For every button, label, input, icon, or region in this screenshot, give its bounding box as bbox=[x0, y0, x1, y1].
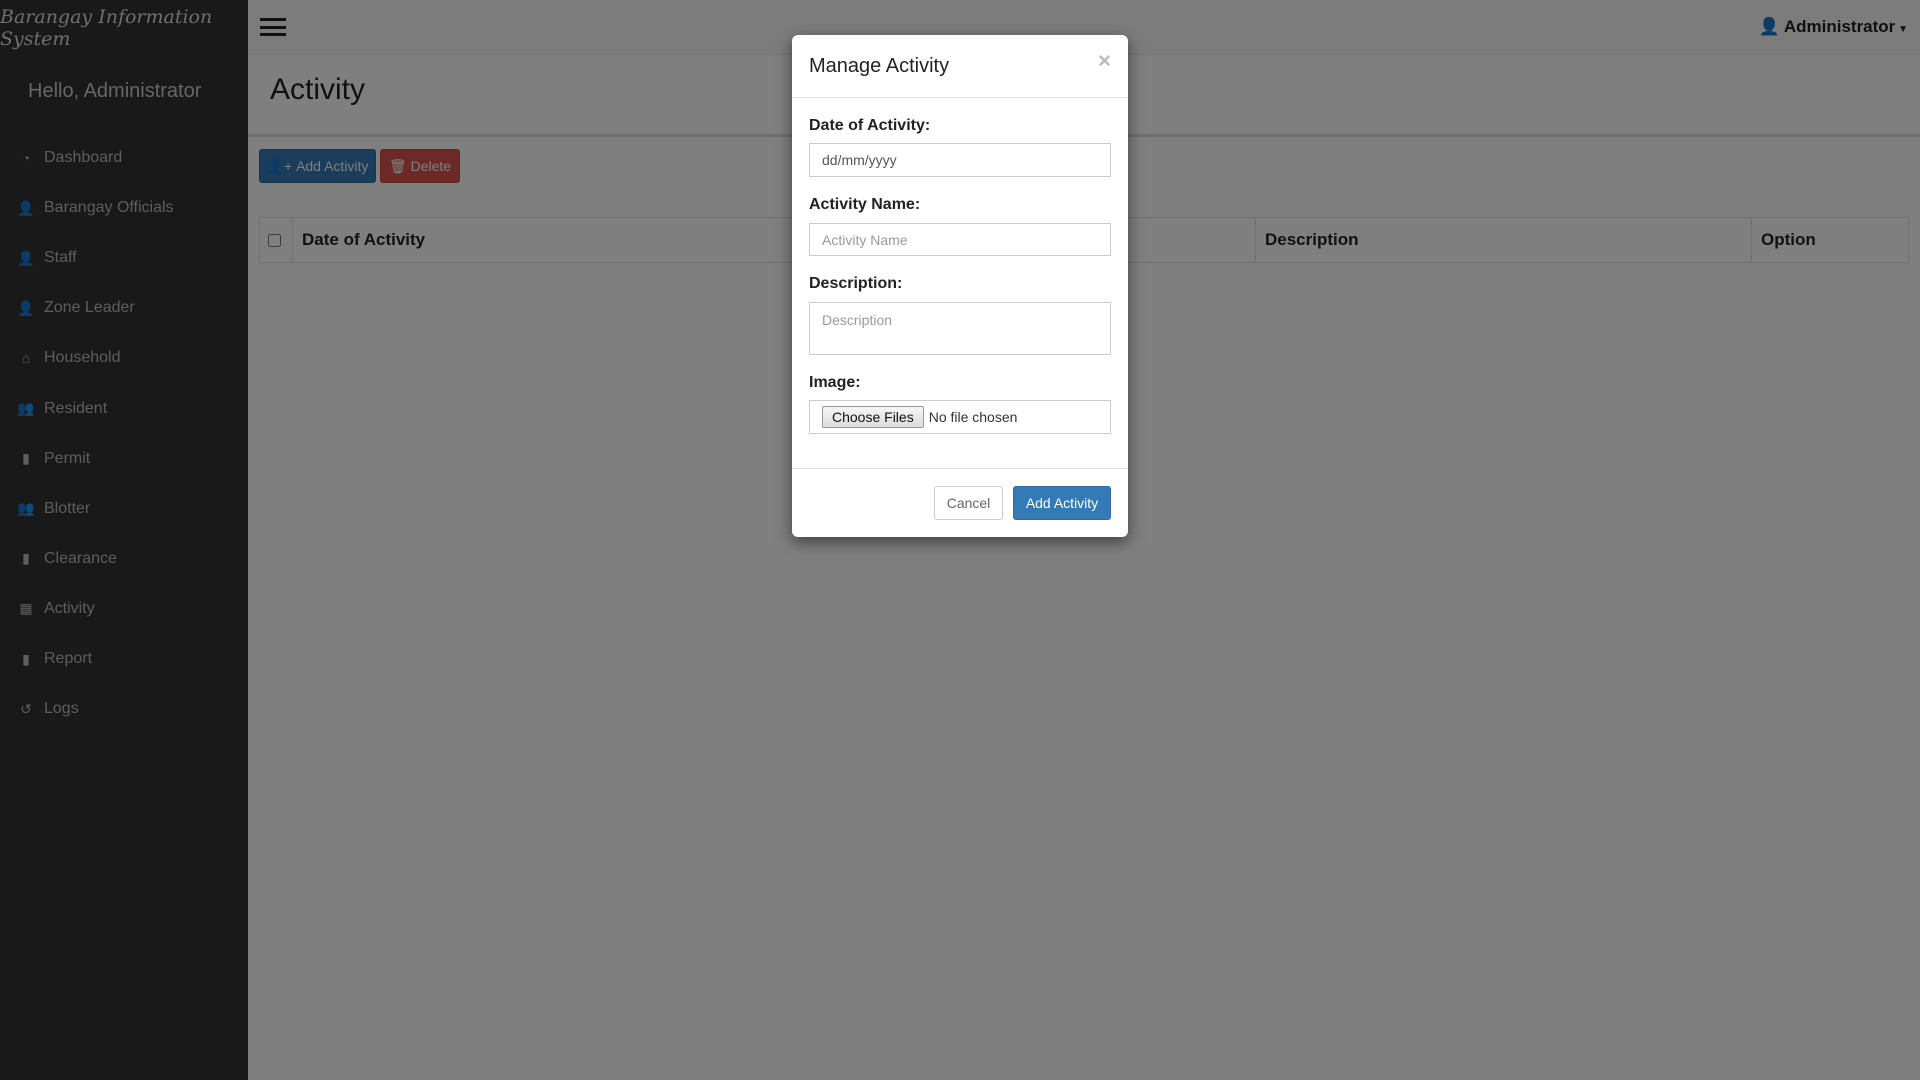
close-icon[interactable]: × bbox=[1098, 48, 1111, 74]
date-input[interactable]: dd/mm/yyyy bbox=[809, 143, 1111, 177]
cancel-button[interactable]: Cancel bbox=[934, 486, 1003, 520]
date-label: Date of Activity: bbox=[809, 117, 931, 134]
file-status: No file chosen bbox=[928, 409, 1018, 425]
image-label: Image: bbox=[809, 374, 861, 391]
activity-name-label: Activity Name: bbox=[809, 196, 921, 213]
description-label: Description: bbox=[809, 275, 903, 292]
manage-activity-modal: Manage Activity × Date of Activity: dd/m… bbox=[792, 35, 1128, 537]
submit-add-activity-button[interactable]: Add Activity bbox=[1013, 486, 1111, 520]
modal-title: Manage Activity bbox=[809, 55, 950, 77]
description-textarea[interactable]: Description bbox=[809, 302, 1111, 355]
choose-files-button[interactable]: Choose Files bbox=[822, 406, 924, 428]
divider bbox=[792, 468, 1128, 469]
image-file-input[interactable]: Choose Files No file chosen bbox=[809, 400, 1111, 434]
divider bbox=[792, 97, 1128, 98]
activity-name-input[interactable]: Activity Name bbox=[809, 223, 1111, 256]
